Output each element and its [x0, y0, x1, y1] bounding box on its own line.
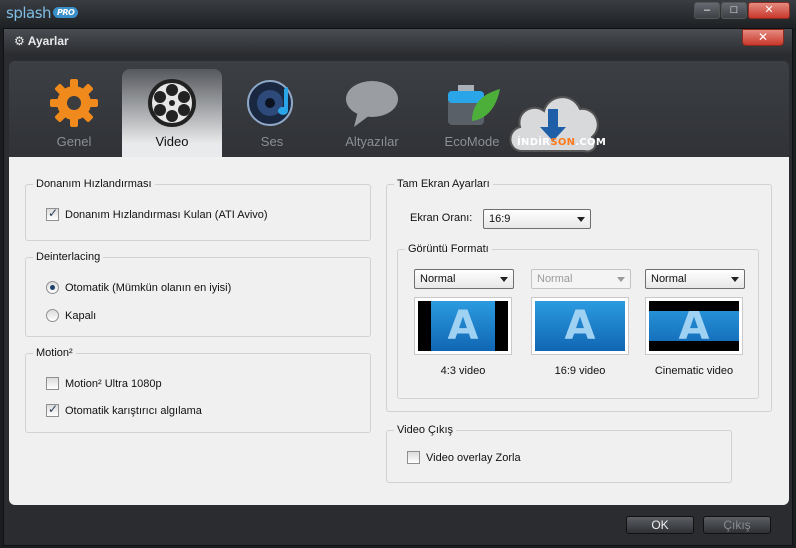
deinterlacing-title: Deinterlacing — [33, 251, 104, 263]
app-titlebar: splash PRO – □ ✕ — [0, 0, 796, 28]
video-overlay-option[interactable]: Video overlay Zorla — [407, 451, 521, 464]
chevron-down-icon — [731, 277, 739, 282]
preview-4-3-screen: A — [418, 301, 508, 351]
chevron-down-icon — [617, 277, 625, 282]
tab-ses-label: Ses — [260, 134, 284, 149]
dialog-title: ⚙ Ayarlar — [14, 34, 69, 48]
speaker-icon — [247, 80, 293, 126]
minimize-button[interactable]: – — [694, 2, 720, 19]
dialog-titlebar: ⚙ Ayarlar ✕ — [4, 29, 792, 53]
tab-altyazilar[interactable]: Altyazılar — [322, 69, 422, 157]
chevron-down-icon — [577, 217, 585, 222]
motion-auto-mixer-option[interactable]: Otomatik karıştırıcı algılama — [46, 402, 202, 417]
letterbox-bottom — [649, 341, 739, 351]
motion-auto-mixer-label: Otomatik karıştırıcı algılama — [65, 404, 202, 417]
screen-ratio-select[interactable]: 16:9 — [483, 209, 591, 229]
preview-letter: A — [447, 303, 479, 349]
tab-altyazilar-label: Altyazılar — [345, 134, 399, 149]
caption-4-3: 4:3 video — [440, 365, 486, 377]
format-select-cinematic[interactable]: Normal — [645, 269, 745, 289]
fullscreen-settings-title: Tam Ekran Ayarları — [394, 178, 493, 190]
speech-bubble-icon — [346, 81, 398, 127]
video-overlay-label: Video overlay Zorla — [426, 451, 521, 464]
preview-cinematic: A — [645, 297, 743, 355]
watermark-part2: SON — [550, 137, 576, 148]
settings-dialog: ⚙ Ayarlar ✕ Genel Video Ses Altyazılar E… — [3, 28, 793, 546]
format-select-4-3-value: Normal — [420, 273, 456, 285]
video-overlay-checkbox[interactable] — [407, 451, 420, 464]
deinterlacing-auto-label: Otomatik (Mümkün olanın en iyisi) — [65, 281, 232, 294]
maximize-button[interactable]: □ — [721, 2, 747, 19]
screen-ratio-label: Ekran Oranı: — [410, 212, 473, 224]
format-select-cinematic-value: Normal — [651, 273, 687, 285]
deinterlacing-option-off[interactable]: Kapalı — [46, 309, 96, 322]
app-logo-text: splash — [6, 4, 52, 22]
exit-button[interactable]: Çıkış — [703, 516, 771, 534]
chevron-down-icon — [500, 277, 508, 282]
hardware-acceleration-checkbox[interactable] — [46, 206, 59, 221]
dialog-close-button[interactable]: ✕ — [742, 29, 784, 46]
image-format-title: Görüntü Formatı — [405, 243, 492, 255]
settings-panel: Donanım Hızlandırması Donanım Hızlandırm… — [9, 157, 789, 505]
tab-video[interactable]: Video — [122, 69, 222, 157]
motion-ultra-checkbox[interactable] — [46, 377, 59, 390]
screen-ratio-row: Ekran Oranı: — [410, 212, 472, 224]
preview-4-3: A — [414, 297, 512, 355]
preview-letter: A — [564, 303, 596, 349]
motion-group: Motion² Motion² Ultra 1080p Otomatik kar… — [25, 347, 371, 433]
preview-16-9-screen: A — [535, 301, 625, 351]
fullscreen-settings-group: Tam Ekran Ayarları Ekran Oranı: 16:9 Gör… — [386, 178, 772, 412]
motion-title: Motion² — [33, 347, 76, 359]
tab-genel-label: Genel — [56, 134, 92, 149]
film-reel-icon — [148, 79, 196, 127]
app-close-button[interactable]: ✕ — [748, 2, 790, 19]
video-output-title: Video Çıkış — [394, 424, 457, 436]
ok-button[interactable]: OK — [626, 516, 694, 534]
gear-icon: ⚙ — [14, 34, 25, 48]
deinterlacing-auto-radio[interactable] — [46, 281, 59, 294]
tab-strip: Genel Video Ses Altyazılar EcoMode İNDİR… — [9, 61, 789, 157]
format-select-4-3[interactable]: Normal — [414, 269, 514, 289]
format-select-16-9: Normal — [531, 269, 631, 289]
tab-genel[interactable]: Genel — [24, 69, 124, 157]
image-format-group: Görüntü Formatı Normal Normal Normal A A… — [397, 243, 759, 399]
hardware-acceleration-title: Donanım Hızlandırması — [33, 178, 155, 190]
watermark-text: İNDİRSON.COM — [517, 137, 606, 148]
app-logo-badge: PRO — [53, 7, 79, 18]
caption-16-9: 16:9 video — [554, 365, 606, 377]
window-controls: – □ ✕ — [693, 2, 790, 19]
pillarbox-left — [418, 301, 431, 351]
deinterlacing-option-auto[interactable]: Otomatik (Mümkün olanın en iyisi) — [46, 281, 231, 294]
deinterlacing-group: Deinterlacing Otomatik (Mümkün olanın en… — [25, 251, 371, 337]
motion-ultra-option[interactable]: Motion² Ultra 1080p — [46, 377, 162, 390]
video-output-group: Video Çıkış Video overlay Zorla — [386, 424, 732, 483]
preview-letter: A — [678, 303, 710, 349]
deinterlacing-off-label: Kapalı — [65, 309, 97, 322]
motion-auto-mixer-checkbox[interactable] — [46, 402, 59, 417]
dialog-title-text: Ayarlar — [27, 34, 69, 48]
preview-cinematic-screen: A — [649, 301, 739, 351]
battery-leaf-icon — [448, 85, 500, 125]
gear-icon — [50, 79, 98, 127]
pillarbox-right — [495, 301, 508, 351]
letterbox-top — [649, 301, 739, 311]
motion-ultra-label: Motion² Ultra 1080p — [65, 377, 162, 390]
app-logo: splash PRO — [6, 4, 79, 22]
deinterlacing-off-radio[interactable] — [46, 309, 59, 322]
watermark-part1: İNDİR — [517, 137, 551, 148]
tab-video-label: Video — [155, 134, 189, 149]
hardware-acceleration-group: Donanım Hızlandırması Donanım Hızlandırm… — [25, 178, 371, 241]
hardware-acceleration-option[interactable]: Donanım Hızlandırması Kulan (ATI Avivo) — [46, 206, 268, 221]
screen-ratio-value: 16:9 — [489, 213, 511, 225]
hardware-acceleration-label: Donanım Hızlandırması Kulan (ATI Avivo) — [65, 208, 268, 221]
preview-16-9: A — [531, 297, 629, 355]
format-select-16-9-value: Normal — [537, 273, 573, 285]
caption-cinematic: Cinematic video — [654, 365, 734, 377]
tab-ses[interactable]: Ses — [222, 69, 322, 157]
watermark-part3: .COM — [575, 137, 607, 148]
